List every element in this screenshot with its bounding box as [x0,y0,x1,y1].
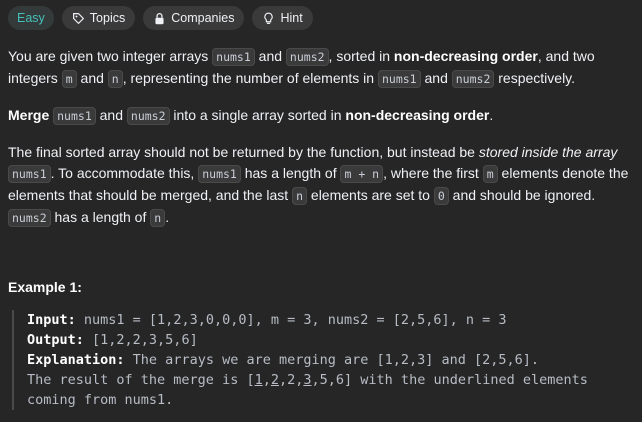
inline-code: nums2 [451,70,495,88]
example-output-line: Output: [1,2,2,3,5,6] [27,332,198,348]
bold-text: Merge [8,107,50,123]
bold-text: non-decreasing order [393,48,538,64]
companies-button[interactable]: Companies [143,6,245,30]
hint-label: Hint [280,11,303,25]
topics-button[interactable]: Topics [61,6,136,30]
inline-code: n [150,209,166,227]
description-paragraph-3: The final sorted array should not be ret… [8,144,629,227]
lock-icon [155,12,164,24]
italic-text: stored inside the array [478,144,618,160]
description-paragraph-1: You are given two integer arrays nums1 a… [8,48,595,88]
difficulty-badge: Easy [8,6,54,30]
underlined-value: 2 [270,372,279,388]
inline-code: nums1 [8,165,51,183]
inline-code: nums2 [8,209,51,227]
underlined-value: 1 [254,372,263,388]
inline-code: n [107,70,123,88]
companies-label: Companies [171,11,235,25]
tag-bar: Easy Topics Companies Hint [8,6,634,30]
problem-description: Easy Topics Companies Hint You are given… [0,0,642,410]
inline-code: nums1 [212,48,255,66]
inline-code: m + n [340,165,384,183]
example-explanation-line: Explanation: The arrays we are merging a… [27,352,540,368]
example-input-line: Input: nums1 = [1,2,3,0,0,0], m = 3, num… [27,312,507,328]
example-1-title: Example 1: [8,279,82,295]
topics-label: Topics [89,11,126,25]
inline-code: m [482,165,498,183]
inline-code: n [292,187,308,205]
example-explanation-line-3: coming from nums1. [27,392,174,408]
hint-button[interactable]: Hint [252,6,313,30]
example-1-block: Input: nums1 = [1,2,3,0,0,0], m = 3, num… [12,310,634,410]
lightbulb-icon [264,12,274,24]
bold-text: non-decreasing order [345,107,490,123]
inline-code: nums2 [285,48,329,66]
inline-code: m [61,70,77,88]
underlined-value: 3 [303,372,312,388]
inline-code: nums1 [377,70,421,88]
example-explanation-line-2: The result of the merge is [1,2,2,3,5,6]… [27,372,588,388]
description-paragraph-2: Merge nums1 and nums2 into a single arra… [8,107,494,125]
inline-code: nums1 [53,107,96,125]
inline-code: nums2 [126,107,170,125]
tag-icon [72,12,84,24]
inline-code: nums1 [198,165,241,183]
inline-code: 0 [433,187,449,205]
